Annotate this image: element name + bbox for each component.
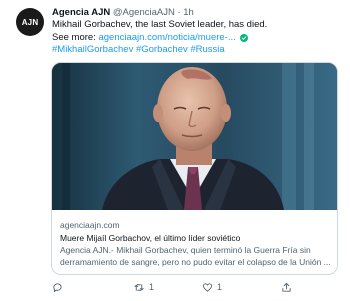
- card-description: Agencia AJN.- Mikhail Gorbachev, quien t…: [60, 244, 332, 268]
- retweet-count: 1: [149, 282, 155, 292]
- retweet-button[interactable]: 1: [133, 282, 154, 293]
- tweet-time[interactable]: 1h: [183, 7, 194, 18]
- avatar-logo-text: AJN: [21, 17, 39, 27]
- hashtag-russia[interactable]: #Russia: [190, 44, 224, 55]
- verified-icon: [240, 33, 249, 42]
- link-preview-card[interactable]: agenciaajn.com Muere Mijaíl Gorbachov, e…: [51, 62, 338, 275]
- reply-button[interactable]: [52, 282, 67, 293]
- reply-icon: [52, 282, 63, 293]
- share-button[interactable]: [281, 282, 296, 293]
- see-more-label: See more:: [52, 31, 96, 43]
- like-icon: [202, 282, 213, 293]
- tweet-actions: 1 1: [52, 279, 336, 295]
- card-title: Muere Mijaíl Gorbachov, el último líder …: [60, 233, 241, 243]
- tweet-text: Mikhail Gorbachev, the last Soviet leade…: [52, 19, 342, 57]
- retweet-icon: [133, 282, 145, 293]
- gorbachev-photo: [52, 63, 337, 210]
- card-domain: agenciaajn.com: [60, 220, 120, 230]
- tweet-header: Agencia AJN @AgenciaAJN · 1h: [52, 6, 342, 20]
- see-more-line: See more: agenciaajn.com/noticia/muere-.…: [52, 32, 342, 45]
- hashtag-mikhailgorbachev[interactable]: #MikhailGorbachev: [52, 44, 133, 55]
- tweet-text-line: Mikhail Gorbachev, the last Soviet leade…: [52, 19, 268, 30]
- like-count: 1: [217, 282, 223, 292]
- author-name[interactable]: Agencia AJN: [52, 7, 110, 18]
- card-text[interactable]: agenciaajn.com Muere Mijaíl Gorbachov, e…: [60, 219, 332, 268]
- hashtag-gorbachev[interactable]: #Gorbachev: [136, 44, 188, 55]
- meta-separator: ·: [177, 7, 181, 18]
- avatar[interactable]: AJN: [16, 8, 44, 36]
- article-link[interactable]: agenciaajn.com/noticia/muere-...: [98, 32, 235, 43]
- author-handle[interactable]: @AgenciaAJN: [113, 7, 175, 18]
- hashtags-line: #MikhailGorbachev #Gorbachev #Russia: [52, 44, 342, 57]
- card-description-line: Agencia AJN.- Mikhail Gorbachev, quien t…: [60, 245, 311, 255]
- card-image[interactable]: [52, 63, 337, 210]
- like-button[interactable]: 1: [202, 282, 222, 293]
- tweet[interactable]: AJN Agencia AJN @AgenciaAJN · 1h Mikhail…: [0, 0, 350, 301]
- card-description-line: derramamiento de sangre, pero no pudo ev…: [60, 257, 331, 267]
- share-icon: [281, 282, 292, 293]
